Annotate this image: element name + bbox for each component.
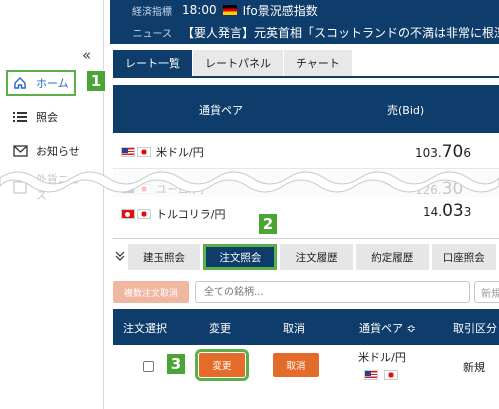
- ticker-economic-row[interactable]: 経済指標 18:00 Ifo景況感指数: [110, 0, 318, 20]
- tab-underline: [113, 76, 499, 78]
- order-tabs: 建玉照会 注文照会 注文履歴 約定履歴 口座照会: [113, 243, 499, 271]
- bid-value[interactable]: 103.706: [415, 142, 471, 162]
- sidebar-item-quote[interactable]: 照会: [6, 104, 100, 130]
- ticker-label-economic: 経済指標: [132, 6, 172, 18]
- pair-name: 米ドル/円: [358, 351, 406, 364]
- tab-rate-list[interactable]: レート一覧: [113, 50, 193, 76]
- order-table-header: 注文選択 変更 取消 通貨ペア ≎ 取引区分: [113, 309, 499, 345]
- flag-us-icon: [364, 370, 379, 380]
- sidebar-item-notice[interactable]: お知らせ: [6, 138, 100, 164]
- bid-pips: 03: [442, 201, 464, 221]
- rate-table-header: 通貨ペア 売(Bid): [113, 85, 499, 133]
- flag-jp-icon: [137, 147, 151, 157]
- col-header-pair[interactable]: 通貨ペア ≎: [359, 320, 416, 336]
- bid-fraction: 6: [463, 146, 471, 160]
- ticker-time: 18:00: [182, 3, 217, 17]
- symbol-filter-input[interactable]: [195, 281, 470, 303]
- sidebar-item-label: お知らせ: [36, 145, 80, 158]
- change-order-button[interactable]: 変更: [195, 349, 249, 381]
- rate-pair: 米ドル/円: [121, 144, 204, 160]
- ticker-news-row[interactable]: ニュース 【要人発言】元英首相「スコットランドの不満は非常に根深く: [110, 22, 499, 42]
- col-header-cancel: 取消: [283, 322, 305, 335]
- bulk-cancel-button[interactable]: 複数注文取消: [113, 281, 189, 303]
- bid-value[interactable]: 14.033: [423, 201, 471, 221]
- order-select-checkbox[interactable]: [143, 361, 154, 372]
- sidebar: « ホーム 照会 お知らせ 外貨ニュース: [0, 0, 104, 409]
- order-pair: 米ドル/円: [357, 349, 407, 381]
- home-icon: [12, 75, 28, 91]
- tab-rate-panel[interactable]: レートパネル: [193, 50, 284, 76]
- flag-de-icon: [222, 5, 237, 15]
- order-type: 新規: [463, 361, 485, 374]
- tab-chart[interactable]: チャート: [284, 50, 353, 76]
- flag-us-icon: [121, 147, 135, 157]
- sidebar-item-home[interactable]: ホーム: [6, 70, 76, 96]
- rate-tabs: レート一覧 レートパネル チャート: [113, 50, 499, 76]
- col-header-pair: 通貨ペア: [199, 104, 243, 117]
- collapse-sidebar-icon[interactable]: «: [82, 46, 91, 64]
- callout-badge-2: 2: [258, 213, 278, 235]
- callout-badge-1: 1: [86, 70, 106, 92]
- col-header-select: 注文選択: [123, 322, 167, 335]
- order-type-filter[interactable]: 新規: [474, 281, 499, 303]
- ticker-label-news: ニュース: [132, 28, 173, 40]
- tab-order-inquiry[interactable]: 注文照会: [203, 244, 278, 270]
- app-root: 経済指標 18:00 Ifo景況感指数 ニュース 【要人発言】元英首相「スコット…: [0, 0, 499, 409]
- ticker-news-text: 【要人発言】元英首相「スコットランドの不満は非常に根深く: [182, 25, 499, 40]
- col-header-bid: 売(Bid): [387, 104, 425, 117]
- flag-jp-icon: [137, 209, 151, 219]
- wave-break-divider: [0, 171, 499, 193]
- collapse-panel-icon[interactable]: [113, 251, 128, 264]
- bid-main: 14.: [423, 205, 443, 219]
- sidebar-item-label: ホーム: [36, 77, 69, 90]
- pair-name: トルコリラ/円: [156, 208, 226, 221]
- mail-icon: [12, 143, 28, 159]
- bid-main: 103.: [415, 146, 442, 160]
- col-header-type: 取引区分: [453, 322, 497, 335]
- col-header-change: 変更: [209, 322, 231, 335]
- tab-account-inquiry[interactable]: 口座照会: [431, 244, 496, 270]
- flag-jp-icon: [383, 370, 398, 380]
- rate-row-tryjpy[interactable]: トルコリラ/円 14.033: [113, 197, 499, 233]
- bid-pips: 70: [441, 142, 464, 162]
- list-icon: [12, 109, 28, 125]
- callout-badge-3: 3: [166, 353, 186, 375]
- rate-pair: トルコリラ/円: [121, 206, 226, 222]
- tab-execution-history[interactable]: 約定履歴: [355, 244, 429, 270]
- section-divider: [113, 238, 499, 239]
- flag-tr-icon: [121, 209, 135, 219]
- ticker-bar: 経済指標 18:00 Ifo景況感指数 ニュース 【要人発言】元英首相「スコット…: [110, 0, 499, 44]
- tab-order-history[interactable]: 注文履歴: [280, 244, 353, 270]
- pair-name: 米ドル/円: [156, 146, 204, 159]
- cancel-order-button[interactable]: 取消: [273, 353, 319, 377]
- bid-fraction: 3: [463, 205, 472, 219]
- sidebar-item-label: 照会: [36, 111, 58, 124]
- tab-position-inquiry[interactable]: 建玉照会: [127, 244, 201, 270]
- pair-flags: [357, 368, 407, 381]
- ticker-economic-text: Ifo景況感指数: [242, 3, 318, 18]
- rate-row-usdjpy[interactable]: 米ドル/円 103.706: [113, 133, 499, 169]
